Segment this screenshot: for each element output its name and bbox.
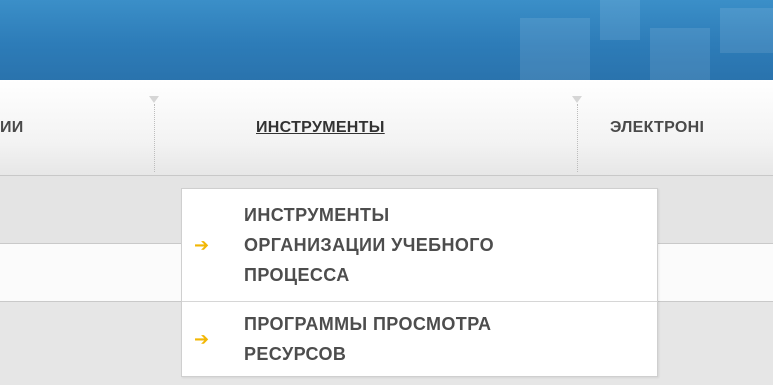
- nav-item-partial-left[interactable]: ИИ: [0, 80, 24, 175]
- nav-separator-marker: [572, 96, 582, 103]
- nav-separator: [577, 104, 578, 172]
- main-nav: ИИ ИНСТРУМЕНТЫ ЭЛЕКТРОНІ: [0, 80, 773, 176]
- banner-decoration: [720, 8, 773, 53]
- right-arrow-icon: ➔: [194, 235, 210, 255]
- menu-item-learning-tools[interactable]: ➔ ИНСТРУМЕНТЫ ОРГАНИЗАЦИИ УЧЕБНОГО ПРОЦЕ…: [182, 189, 657, 301]
- menu-item-label: ИНСТРУМЕНТЫ ОРГАНИЗАЦИИ УЧЕБНОГО ПРОЦЕСС…: [244, 205, 495, 285]
- right-arrow-icon: ➔: [194, 329, 210, 349]
- banner-decoration: [650, 28, 710, 80]
- banner-decoration: [520, 18, 590, 80]
- nav-item-tools[interactable]: ИНСТРУМЕНТЫ: [256, 80, 385, 175]
- tools-dropdown-menu: ➔ ИНСТРУМЕНТЫ ОРГАНИЗАЦИИ УЧЕБНОГО ПРОЦЕ…: [181, 188, 658, 377]
- banner-decoration: [600, 0, 640, 40]
- menu-item-resource-viewers[interactable]: ➔ ПРОГРАММЫ ПРОСМОТРА РЕСУРСОВ: [182, 301, 657, 376]
- menu-item-label: ПРОГРАММЫ ПРОСМОТРА РЕСУРСОВ: [244, 314, 492, 364]
- nav-separator: [154, 104, 155, 172]
- nav-item-partial-right[interactable]: ЭЛЕКТРОНІ: [610, 80, 704, 175]
- nav-separator-marker: [149, 96, 159, 103]
- header-banner: [0, 0, 773, 80]
